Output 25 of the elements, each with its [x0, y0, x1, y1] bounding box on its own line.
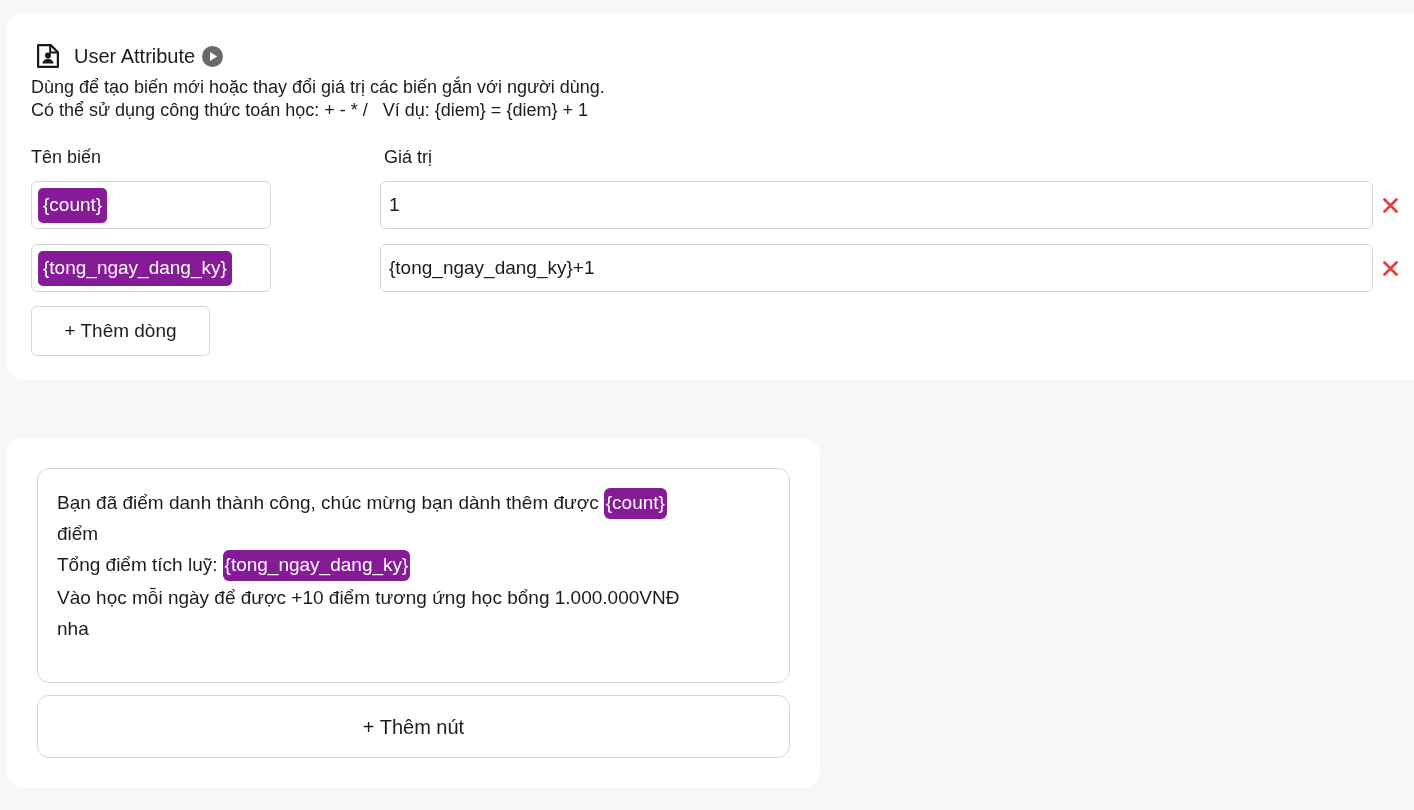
column-label: Tên biến	[31, 147, 102, 167]
user-document-icon	[37, 44, 59, 68]
message-text: Bạn đã điểm danh thành công, chúc mừng bạn dành thêm được	[57, 491, 599, 516]
section-title: User Attribute	[74, 44, 196, 68]
variable-name-field[interactable]: {tong_ngay_dang_ky}	[31, 244, 271, 292]
add-button[interactable]: + Thêm nút	[37, 695, 790, 758]
add-row-button[interactable]: + Thêm dòng	[31, 306, 210, 356]
variable-tag: {count}	[38, 187, 108, 223]
close-icon[interactable]	[1383, 197, 1398, 213]
value-field[interactable]: 1	[380, 181, 1373, 229]
close-icon[interactable]	[1383, 260, 1398, 276]
message-text: Vào học mỗi ngày để được +10 điểm tương ứng học bổng 1.000.000VNĐ	[57, 586, 680, 611]
variable-name-field[interactable]: {count}	[31, 181, 271, 229]
message-text: điểm	[57, 522, 99, 547]
description-text: Có thể sử dụng công thức toán học: + - * / Ví dụ: {diem} = {diem} + 1	[31, 99, 589, 122]
description-text: Dùng để tạo biến mới hoặc thay đổi giá trị các biến gắn với người dùng.	[31, 76, 606, 99]
variable-tag: {tong_ngay_dang_ky}	[38, 250, 232, 286]
column-label: Giá trị	[384, 147, 432, 167]
play-icon[interactable]	[202, 45, 224, 67]
variable-tag: {count}	[603, 488, 667, 519]
message-text: Tổng điểm tích luỹ:	[57, 553, 218, 578]
message-editor[interactable]: Bạn đã điểm danh thành công, chúc mừng bạn dành thêm được {count} điểm Tổng điểm tích luỹ: {tong_ngay_dang_ky} Vào học mỗi ngày để được +10 điểm tương ứng học bổng 1.000.000VNĐ nha	[37, 468, 790, 683]
value-field[interactable]: {tong_ngay_dang_ky}+1	[380, 244, 1373, 292]
message-text: nha	[57, 617, 89, 642]
variable-tag: {tong_ngay_dang_ky}	[222, 550, 411, 581]
